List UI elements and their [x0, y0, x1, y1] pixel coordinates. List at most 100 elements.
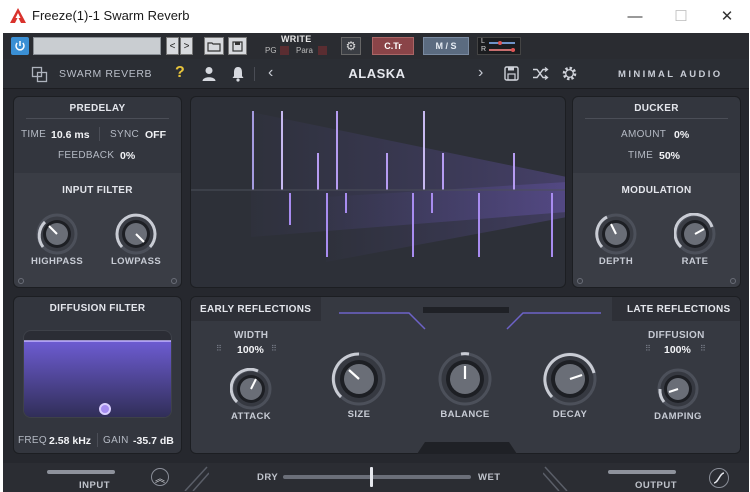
depth-label: DEPTH [598, 256, 634, 267]
divider [99, 127, 100, 141]
decay-knob[interactable] [542, 351, 598, 407]
footer-decoration [543, 466, 568, 491]
para-label: Para [296, 46, 313, 55]
lowpass-knob[interactable] [115, 213, 157, 255]
host-toolbar: < > WRITE PG Para ⚙ C.Tr M / S L R [3, 33, 749, 59]
ducker-title: DUCKER [634, 103, 679, 114]
ducker-time-value[interactable]: 50% [659, 150, 680, 162]
window-title: Freeze(1)-1 Swarm Reverb [32, 8, 190, 23]
predelay-sync-toggle[interactable]: OFF [145, 129, 166, 141]
help-icon[interactable]: ? [175, 64, 185, 82]
prev-preset-button[interactable]: ‹ [268, 64, 273, 82]
collapse-button[interactable]: ︽ [151, 468, 169, 486]
diffusion-gain-value[interactable]: -35.7 dB [133, 435, 174, 447]
preset-name[interactable]: ALASKA [313, 66, 441, 81]
attack-knob[interactable] [230, 368, 272, 410]
late-diffusion-label: DIFFUSION [648, 330, 705, 341]
lowpass-label: LOWPASS [110, 256, 162, 267]
brand-logo: MINIMAL AUDIO [618, 69, 723, 80]
size-knob[interactable] [331, 351, 387, 407]
highpass-knob[interactable] [36, 213, 78, 255]
balance-knob[interactable] [437, 351, 493, 407]
bypass-power-button[interactable] [11, 37, 29, 55]
diffusion-filter-display[interactable] [23, 330, 172, 418]
swarm-logo-icon [31, 66, 48, 83]
diffusion-drag-handle-right: ⠿ [700, 344, 707, 353]
para-toggle[interactable] [318, 46, 327, 55]
late-diffusion-value[interactable]: 100% [664, 344, 691, 356]
filter-handle[interactable] [99, 403, 111, 415]
host-settings-button[interactable]: ⚙ [341, 37, 361, 55]
divider [97, 433, 98, 447]
host-next-preset-button[interactable]: > [180, 37, 193, 55]
predelay-sync-label: SYNC [110, 129, 139, 140]
diffusion-freq-label: FREQ [18, 435, 47, 446]
ducker-time-label: TIME [628, 150, 654, 161]
window-titlebar: Freeze(1)-1 Swarm Reverb — ☐ ✕ [0, 0, 750, 32]
reflections-graph [191, 111, 565, 262]
divider [26, 118, 169, 119]
maximize-button[interactable]: ☐ [658, 2, 704, 30]
save-preset-icon[interactable] [504, 66, 519, 81]
host-preset-field[interactable] [33, 37, 161, 55]
input-label: INPUT [79, 480, 110, 491]
damping-knob[interactable] [657, 368, 699, 410]
settings-gear-icon[interactable] [561, 65, 578, 82]
diffusion-gain-label: GAIN [103, 435, 129, 446]
predelay-input-filter-panel: PREDELAY TIME 10.6 ms SYNC OFF FEEDBACK … [13, 96, 182, 288]
ducker-amount-value[interactable]: 0% [674, 129, 689, 141]
user-icon[interactable] [201, 65, 217, 83]
left-channel-label: L [481, 38, 485, 45]
reflections-visualizer [190, 96, 566, 288]
reflections-panel: EARLY REFLECTIONS LATE REFLECTIONS WIDTH… [190, 296, 741, 454]
rate-label: RATE [681, 256, 709, 267]
close-button[interactable]: ✕ [704, 2, 750, 30]
depth-knob[interactable] [595, 213, 637, 255]
host-save-button[interactable] [228, 37, 247, 55]
mid-side-button[interactable]: M / S [423, 37, 469, 55]
footer-decoration [184, 466, 209, 491]
input-filter-title: INPUT FILTER [62, 185, 133, 196]
damping-label: DAMPING [654, 411, 702, 422]
swarm-reverb-plugin: SWARM REVERB ? ‹ ALASKA › MINIMAL AUDIO … [3, 59, 749, 492]
predelay-feedback-value[interactable]: 0% [120, 150, 135, 162]
dry-wet-slider[interactable] [283, 475, 471, 479]
host-open-button[interactable] [204, 37, 224, 55]
early-reflections-title: EARLY REFLECTIONS [200, 304, 312, 315]
diffusion-filter-panel: DIFFUSION FILTER FREQ 2.58 kHz GAIN -35.… [13, 296, 182, 454]
routing-node [511, 48, 515, 52]
ctr-button[interactable]: C.Tr [372, 37, 414, 55]
diffusion-freq-value[interactable]: 2.58 kHz [49, 435, 91, 447]
dry-wet-handle[interactable] [370, 467, 374, 487]
width-drag-handle-left: ⠿ [216, 344, 223, 353]
output-gain-slider[interactable] [608, 470, 676, 474]
pg-toggle[interactable] [280, 46, 289, 55]
attack-label: ATTACK [230, 411, 272, 422]
input-gain-slider[interactable] [47, 470, 115, 474]
clip-mode-button[interactable] [709, 468, 729, 488]
host-prev-preset-button[interactable]: < [166, 37, 179, 55]
bell-icon[interactable] [230, 65, 246, 83]
minimize-button[interactable]: — [612, 2, 658, 30]
width-drag-handle-right: ⠿ [271, 344, 278, 353]
gear-icon: ⚙ [345, 39, 357, 53]
diffusion-drag-handle-left: ⠿ [645, 344, 652, 353]
right-channel-label: R [481, 46, 487, 53]
corner-dot [577, 278, 583, 284]
filter-curve [24, 340, 171, 417]
folder-icon [207, 41, 221, 52]
predelay-time-value[interactable]: 10.6 ms [51, 129, 90, 141]
left-routing-line [489, 42, 515, 44]
ducker-amount-label: AMOUNT [621, 129, 667, 140]
write-label: WRITE [281, 34, 312, 44]
channel-routing-button[interactable]: L R [477, 37, 521, 55]
next-preset-button[interactable]: › [478, 64, 483, 82]
predelay-title: PREDELAY [69, 103, 126, 114]
ducker-modulation-panel: DUCKER AMOUNT 0% TIME 50% MODULATION DEP… [572, 96, 741, 288]
divider [585, 118, 728, 119]
early-width-value[interactable]: 100% [237, 344, 264, 356]
output-label: OUTPUT [635, 480, 678, 491]
corner-dot [18, 278, 24, 284]
shuffle-icon[interactable] [532, 66, 549, 81]
rate-knob[interactable] [674, 213, 716, 255]
